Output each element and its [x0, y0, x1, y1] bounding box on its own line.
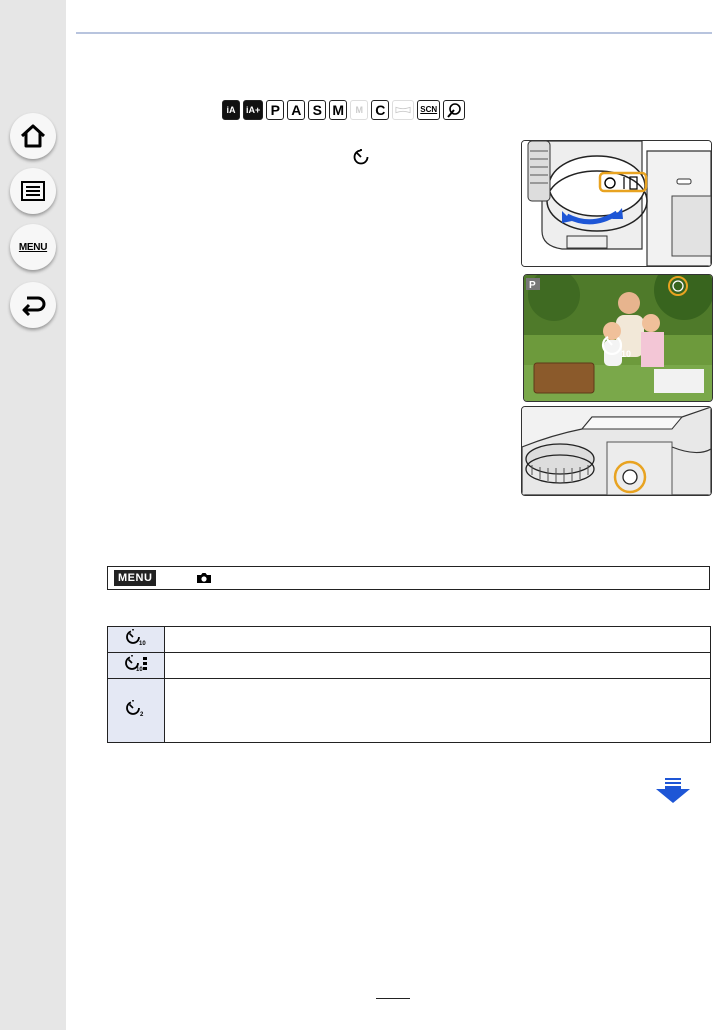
mode-creative-control — [443, 100, 466, 120]
menu-label: MENU — [18, 241, 48, 253]
self-timer-options-table: 10 10 2 — [107, 626, 711, 743]
svg-text:2: 2 — [140, 712, 144, 718]
lcd-timer-value: 10 — [621, 349, 631, 359]
self-timer-10s-cell: 10 — [107, 626, 165, 653]
mode-movie-m-disabled: M — [350, 100, 369, 120]
mode-a: A — [287, 100, 306, 120]
mode-s: S — [308, 100, 327, 120]
sidebar: MENU — [0, 0, 66, 1030]
self-timer-2s-description — [164, 678, 711, 743]
contents-button[interactable] — [10, 168, 56, 214]
menu-tag: MENU — [114, 570, 157, 586]
available-modes: iA iA+ P A S M M C SCN — [222, 100, 466, 120]
header-rule — [76, 32, 712, 34]
return-arrow-icon — [22, 296, 46, 317]
self-timer-icon — [353, 149, 369, 165]
mode-intelligent-auto: iA — [222, 100, 240, 120]
mode-scn: SCN — [417, 100, 441, 120]
home-button[interactable] — [10, 113, 56, 159]
panorama-icon — [395, 106, 411, 114]
camera-icon — [197, 573, 212, 583]
drive-dial-illustration — [521, 140, 712, 267]
menu-path-bar: MENU — [107, 566, 710, 590]
table-row: 10 — [107, 626, 711, 653]
self-timer-10s-description — [164, 626, 711, 653]
lcd-mode-label: P — [529, 280, 536, 291]
page-number-rule — [376, 998, 410, 999]
table-row: 10 — [107, 652, 711, 679]
svg-text:10: 10 — [139, 641, 146, 647]
shutter-button-illustration — [521, 406, 712, 496]
mode-c: C — [371, 100, 390, 120]
list-icon — [21, 181, 45, 201]
self-timer-10s-3-images-icon: 10 — [125, 655, 147, 673]
creative-control-icon — [447, 103, 461, 118]
self-timer-2s-icon: 2 — [126, 700, 144, 718]
home-icon — [20, 124, 46, 148]
svg-text:10: 10 — [136, 667, 143, 673]
self-timer-10s-3-images-description — [164, 652, 711, 679]
self-timer-2s-cell: 2 — [107, 678, 165, 743]
lcd-screen-illustration: P 10 — [523, 274, 713, 402]
self-timer-10s-3-images-cell: 10 — [107, 652, 165, 679]
table-row: 2 — [107, 678, 711, 743]
menu-button[interactable]: MENU — [10, 224, 56, 270]
mode-m: M — [329, 100, 348, 120]
mode-panorama-disabled — [392, 100, 415, 120]
back-button[interactable] — [10, 282, 56, 328]
continue-down-arrow-icon[interactable] — [656, 778, 690, 804]
mode-p: P — [266, 100, 285, 120]
mode-intelligent-auto-plus: iA+ — [243, 100, 264, 120]
self-timer-10s-icon: 10 — [126, 629, 146, 647]
